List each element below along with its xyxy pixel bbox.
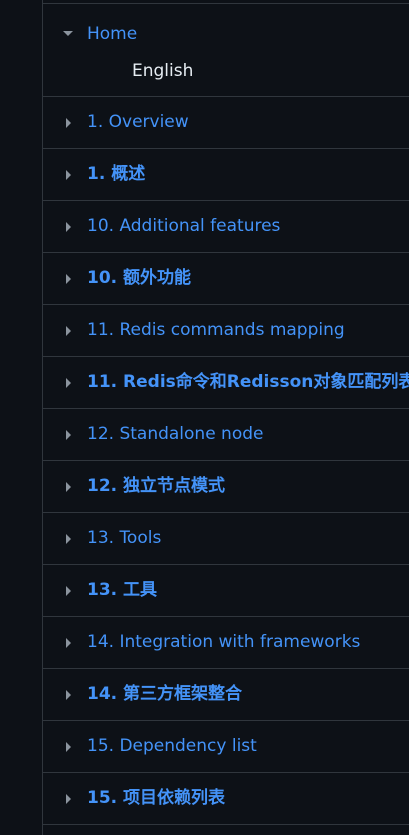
home-toggle[interactable]: Home — [43, 22, 409, 46]
caret-right-icon[interactable] — [66, 638, 71, 648]
left-gutter — [0, 0, 43, 835]
nav-item-link[interactable]: 12. 独立节点模式 — [87, 474, 225, 498]
nav-item-link[interactable]: 1. Overview — [87, 110, 189, 134]
nav-item-link[interactable]: 12. Standalone node — [87, 422, 263, 446]
nav-item[interactable]: 1. 概述 — [43, 149, 409, 201]
nav-item-link[interactable]: 14. 第三方框架整合 — [87, 682, 242, 706]
nav-item-link[interactable]: 14. Integration with frameworks — [87, 630, 360, 654]
caret-right-icon[interactable] — [66, 534, 71, 544]
nav-item-link[interactable]: 10. Additional features — [87, 214, 280, 238]
nav-subitem-english[interactable]: English — [132, 59, 193, 83]
nav-item[interactable]: 10. Additional features — [43, 201, 409, 253]
caret-down-icon[interactable] — [63, 31, 73, 36]
caret-right-icon[interactable] — [66, 482, 71, 492]
nav-item[interactable]: 15. Dependency list — [43, 721, 409, 773]
caret-right-icon[interactable] — [66, 430, 71, 440]
nav-item-link[interactable]: 15. Dependency list — [87, 734, 257, 758]
nav-item-link[interactable]: 10. 额外功能 — [87, 266, 191, 290]
home-link[interactable]: Home — [87, 22, 137, 46]
nav-item[interactable]: 14. 第三方框架整合 — [43, 669, 409, 721]
nav-item[interactable]: 10. 额外功能 — [43, 253, 409, 305]
caret-right-icon[interactable] — [66, 170, 71, 180]
nav-item[interactable]: 11. Redis commands mapping — [43, 305, 409, 357]
nav-item-home: Home English — [43, 4, 409, 97]
wiki-sidebar-nav: Home English 1. Overview 1. 概述 10. Additio… — [43, 0, 409, 835]
nav-item-link[interactable]: 13. Tools — [87, 526, 161, 550]
caret-right-icon[interactable] — [66, 586, 71, 596]
caret-right-icon[interactable] — [66, 378, 71, 388]
caret-right-icon[interactable] — [66, 690, 71, 700]
nav-item-link[interactable]: 11. Redis commands mapping — [87, 318, 345, 342]
caret-right-icon[interactable] — [66, 742, 71, 752]
caret-right-icon[interactable] — [66, 274, 71, 284]
nav-item[interactable]: 12. Standalone node — [43, 409, 409, 461]
nav-item-link[interactable]: 11. Redis命令和Redisson对象匹配列表 — [87, 370, 409, 394]
caret-right-icon[interactable] — [66, 326, 71, 336]
nav-item-link[interactable]: 1. 概述 — [87, 162, 145, 186]
caret-right-icon[interactable] — [66, 222, 71, 232]
nav-item-list: 1. Overview 1. 概述 10. Additional features 1… — [43, 97, 409, 825]
nav-item[interactable]: 15. 项目依赖列表 — [43, 773, 409, 825]
caret-right-icon[interactable] — [66, 794, 71, 804]
nav-item[interactable]: 14. Integration with frameworks — [43, 617, 409, 669]
caret-right-icon[interactable] — [66, 118, 71, 128]
nav-item[interactable]: 13. Tools — [43, 513, 409, 565]
nav-item-link[interactable]: 15. 项目依赖列表 — [87, 786, 225, 810]
nav-item[interactable]: 13. 工具 — [43, 565, 409, 617]
nav-item-link[interactable]: 13. 工具 — [87, 578, 157, 602]
nav-item[interactable]: 12. 独立节点模式 — [43, 461, 409, 513]
nav-item[interactable]: 11. Redis命令和Redisson对象匹配列表 — [43, 357, 409, 409]
nav-item[interactable]: 1. Overview — [43, 97, 409, 149]
